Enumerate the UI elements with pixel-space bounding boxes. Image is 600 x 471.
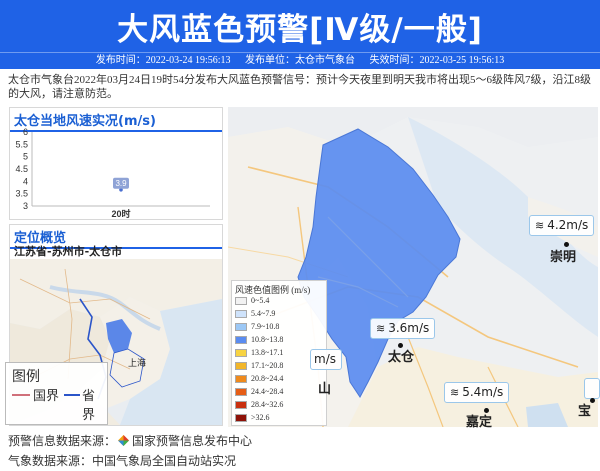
scale-label: 13.8~17.1 xyxy=(251,348,284,357)
warning-description: 太仓市气象台2022年03月24日19时54分发布大风蓝色预警信号：预计今天夜里… xyxy=(8,74,591,100)
wind-speed-chart-svg: 6 5.5 5 4.5 4 3.5 3 20时 3.9 xyxy=(15,127,210,219)
scale-label: 0~5.4 xyxy=(251,296,270,305)
legend-item-national-border: 国界 xyxy=(33,388,60,403)
warning-source-line: 预警信息数据来源： 国家预警信息发布中心 xyxy=(8,432,252,449)
scale-swatch xyxy=(235,388,247,396)
scale-swatch xyxy=(235,336,247,344)
y-tick-label: 5.5 xyxy=(15,139,28,149)
station-jiading-name: 嘉定 xyxy=(466,415,493,430)
station-baoshan-wind[interactable] xyxy=(584,378,600,399)
y-tick-label: 5 xyxy=(23,152,28,162)
scale-label: 24.4~28.4 xyxy=(251,387,284,396)
x-tick-label: 20时 xyxy=(111,208,130,218)
provincial-border-swatch xyxy=(64,394,80,396)
scale-item: 0~5.4 xyxy=(235,296,325,306)
scale-label: 20.8~24.4 xyxy=(251,374,284,383)
scale-swatch xyxy=(235,414,247,422)
wind-icon: ≋ xyxy=(535,219,545,232)
scale-label: 5.4~7.9 xyxy=(251,309,276,318)
scale-swatch xyxy=(235,349,247,357)
scale-item: 28.4~32.6 xyxy=(235,400,325,410)
shanghai-label: 上海 xyxy=(128,359,147,369)
y-tick-label: 4.5 xyxy=(15,164,28,174)
station-jiading-wind[interactable]: ≋ 5.4m/s xyxy=(444,382,510,403)
scale-label: 7.9~10.8 xyxy=(251,322,280,331)
scale-label: 28.4~32.6 xyxy=(251,400,284,409)
wind-icon: ≋ xyxy=(450,386,460,399)
warning-header: 大风蓝色预警[Ⅳ级/一般] xyxy=(0,0,600,53)
scale-item: 5.4~7.9 xyxy=(235,309,325,319)
station-taicang-name: 太仓 xyxy=(388,350,415,365)
station-wind-value: 4.2m/s xyxy=(547,218,589,232)
scale-item: >32.6 xyxy=(235,413,325,423)
location-path: 江苏省-苏州市-太仓市 xyxy=(14,245,123,258)
scale-title: 风速色值图例 (m/s) xyxy=(235,285,311,295)
y-tick-label: 6 xyxy=(23,128,28,137)
scale-item: 20.8~24.4 xyxy=(235,374,325,384)
legend-item-provincial-border: 省界 xyxy=(82,388,96,422)
scale-label: 17.1~20.8 xyxy=(251,361,284,370)
scale-swatch xyxy=(235,375,247,383)
overview-legend: 图例 国界 省界 xyxy=(5,362,108,425)
station-chongming-name: 崇明 xyxy=(550,250,577,265)
y-tick-label: 3.5 xyxy=(15,189,28,199)
scale-item: 10.8~13.8 xyxy=(235,335,325,345)
wind-icon: ≋ xyxy=(376,322,386,335)
expire-time: 失效时间：2022-03-25 19:56:13 xyxy=(369,55,505,66)
y-tick-label: 4 xyxy=(23,176,28,186)
y-tick-label: 3 xyxy=(23,201,28,211)
national-border-swatch xyxy=(12,394,30,396)
station-chongming-wind[interactable]: ≋ 4.2m/s xyxy=(529,215,595,236)
scale-swatch xyxy=(235,310,247,318)
scale-label: 10.8~13.8 xyxy=(251,335,284,344)
page-title: 大风蓝色预警[Ⅳ级/一般] xyxy=(117,12,483,48)
scale-item: 24.4~28.4 xyxy=(235,387,325,397)
publisher: 发布单位：太仓市气象台 xyxy=(245,55,355,66)
station-wind-value: 3.6m/s xyxy=(388,321,430,335)
scale-item: 7.9~10.8 xyxy=(235,322,325,332)
wind-speed-chart: 6 5.5 5 4.5 4 3.5 3 20时 3.9 xyxy=(10,127,222,219)
station-taicang-wind[interactable]: ≋ 3.6m/s xyxy=(370,318,436,339)
station-wind-value: 5.4m/s xyxy=(462,385,504,399)
data-label: 3.9 xyxy=(115,179,127,188)
warning-center-logo-icon xyxy=(118,435,130,446)
station-kunshan-wind[interactable]: m/s xyxy=(310,349,342,370)
weather-source-line: 气象数据来源：中国气象局全国自动站实况 xyxy=(8,454,237,468)
map-label-shan: 山 xyxy=(318,382,332,397)
scale-swatch xyxy=(235,323,247,331)
wind-speed-panel-title: 太仓当地风速实况(m/s) xyxy=(14,114,156,129)
station-baoshan-name: 宝 xyxy=(578,404,592,419)
warning-source-name[interactable]: 国家预警信息发布中心 xyxy=(132,434,252,448)
wind-speed-panel: 太仓当地风速实况(m/s) 6 5.5 5 4.5 4 3.5 3 20时 3.9 xyxy=(9,107,223,220)
scale-swatch xyxy=(235,401,247,409)
scale-swatch xyxy=(235,362,247,370)
publish-time: 发布时间：2022-03-24 19:56:13 xyxy=(95,55,231,66)
warning-source-prefix: 预警信息数据来源： xyxy=(8,434,117,448)
warning-meta-bar: 发布时间：2022-03-24 19:56:13 发布单位：太仓市气象台 失效时… xyxy=(0,53,600,69)
scale-swatch xyxy=(235,297,247,305)
station-wind-value: m/s xyxy=(314,352,336,366)
scale-label: >32.6 xyxy=(251,413,270,422)
legend-title: 图例 xyxy=(12,370,40,385)
